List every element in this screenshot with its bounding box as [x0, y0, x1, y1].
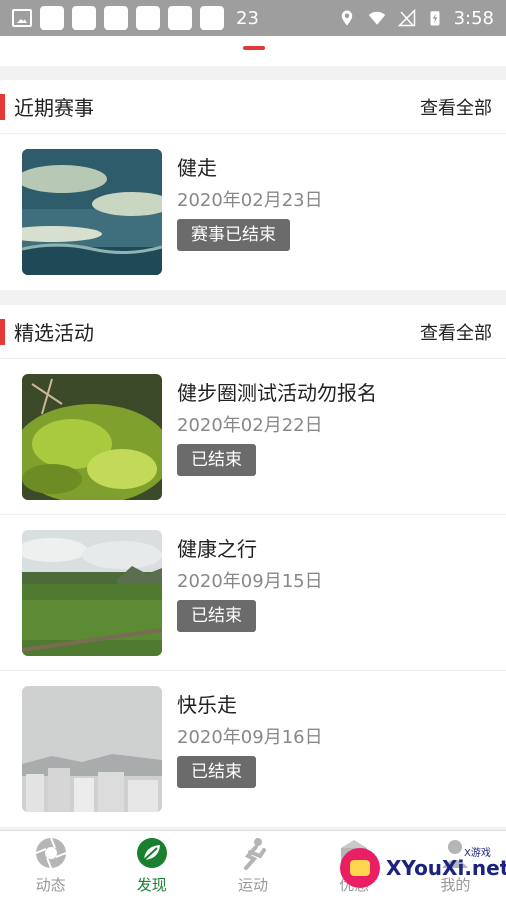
- activity-card[interactable]: 快乐走 2020年09月16日 已结束: [0, 671, 506, 827]
- notification-count: 23: [236, 7, 259, 29]
- section-header: 近期赛事 查看全部: [0, 80, 506, 134]
- app-notification-icon: [136, 6, 160, 30]
- activity-title: 快乐走: [177, 693, 237, 717]
- location-icon: [341, 10, 352, 26]
- tab-indicator: [243, 46, 265, 50]
- event-title: 健走: [177, 156, 217, 180]
- watermark: X游戏 XYouXi.net: [336, 836, 506, 896]
- recent-events-section: 近期赛事 查看全部 健走 2020年02月23日 赛事已结束: [0, 80, 506, 290]
- activity-title: 健康之行: [177, 537, 257, 561]
- event-date: 2020年02月23日: [177, 190, 323, 211]
- app-notification-icon: [200, 6, 224, 30]
- section-title: 近期赛事: [14, 96, 94, 120]
- activity-date: 2020年09月15日: [177, 571, 323, 592]
- nav-label: 动态: [35, 876, 66, 894]
- event-card[interactable]: 健走 2020年02月23日 赛事已结束: [0, 134, 506, 290]
- aperture-icon: [35, 837, 66, 869]
- status-badge: 赛事已结束: [177, 219, 290, 251]
- app-notification-icon: [72, 6, 96, 30]
- clock: 3:58: [453, 7, 494, 29]
- activity-date: 2020年09月16日: [177, 727, 323, 748]
- view-all-link[interactable]: 查看全部: [420, 319, 492, 345]
- section-accent-bar: [0, 94, 5, 120]
- section-accent-bar: [0, 319, 5, 345]
- watermark-logo-icon: [340, 848, 380, 888]
- nav-item-discover[interactable]: 发现: [101, 831, 202, 900]
- event-thumbnail: [22, 149, 162, 275]
- activity-title: 健步圈测试活动勿报名: [177, 381, 377, 405]
- section-header: 精选活动 查看全部: [0, 305, 506, 359]
- wifi-icon: [368, 11, 385, 25]
- nav-item-sports[interactable]: 运动: [202, 831, 303, 900]
- gallery-notification-icon: [12, 9, 32, 27]
- watermark-text: XYouXi.net: [386, 856, 506, 880]
- leaf-icon: [136, 838, 167, 868]
- status-bar: 23 3:58: [0, 0, 506, 36]
- nav-label: 运动: [238, 876, 269, 894]
- status-badge: 已结束: [177, 600, 256, 632]
- activity-date: 2020年02月22日: [177, 415, 323, 436]
- featured-activities-section: 精选活动 查看全部 健步圈测试活动勿报名 2020年02月22日 已结束 健康之…: [0, 305, 506, 827]
- status-badge: 已结束: [177, 756, 256, 788]
- section-title: 精选活动: [14, 321, 94, 345]
- nav-label: 发现: [136, 876, 167, 894]
- no-signal-icon: [397, 9, 415, 27]
- nav-item-feed[interactable]: 动态: [0, 831, 101, 900]
- activity-card[interactable]: 健康之行 2020年09月15日 已结束: [0, 515, 506, 671]
- app-notification-icon: [104, 6, 128, 30]
- view-all-link[interactable]: 查看全部: [420, 94, 492, 120]
- activity-thumbnail: [22, 530, 162, 656]
- top-strip: [0, 36, 506, 66]
- activity-thumbnail: [22, 374, 162, 500]
- activity-card[interactable]: 健步圈测试活动勿报名 2020年02月22日 已结束: [0, 359, 506, 515]
- status-badge: 已结束: [177, 444, 256, 476]
- runner-icon: [244, 838, 266, 870]
- activity-thumbnail: [22, 686, 162, 812]
- battery-charging-icon: [430, 11, 440, 26]
- app-notification-icon: [168, 6, 192, 30]
- app-notification-icon: [40, 6, 64, 30]
